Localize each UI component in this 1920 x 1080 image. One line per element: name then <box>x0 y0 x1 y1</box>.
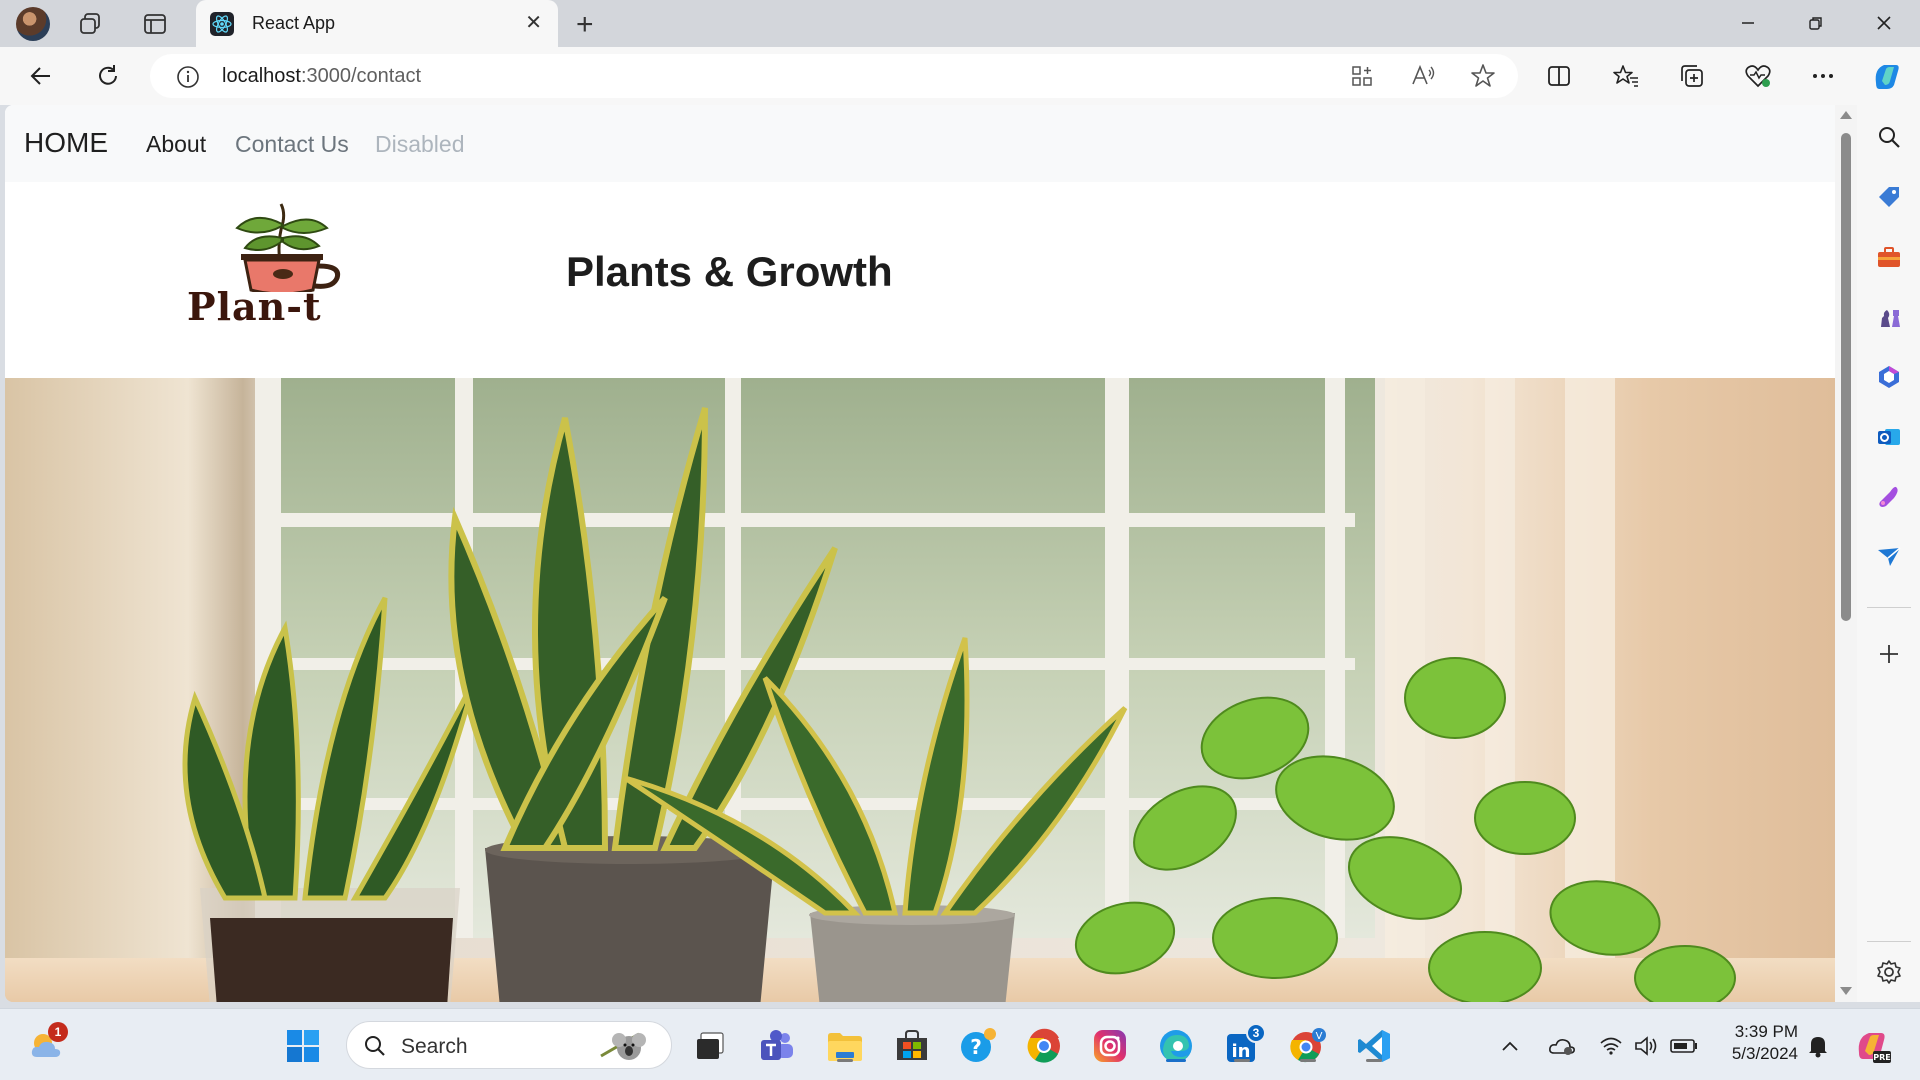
back-arrow-icon[interactable] <box>26 61 56 91</box>
microsoft-365-icon[interactable] <box>1875 363 1903 391</box>
chrome-profile-icon[interactable]: V <box>1288 1026 1328 1066</box>
nav-brand-home[interactable]: HOME <box>24 127 108 159</box>
sidebar-divider <box>1867 941 1911 942</box>
svg-text:?: ? <box>970 1035 982 1059</box>
tools-briefcase-icon[interactable] <box>1875 243 1903 271</box>
weather-widget-icon[interactable]: 1 <box>26 1022 68 1066</box>
shopping-tag-icon[interactable] <box>1875 183 1903 211</box>
windows-taskbar: 1 Search ? in 3 V 3:39 PM 5/3/2024 PRE <box>0 1008 1920 1080</box>
workspaces-icon[interactable] <box>78 11 104 37</box>
copilot-preview-icon[interactable]: PRE <box>1852 1026 1892 1066</box>
favorites-icon[interactable] <box>1611 61 1641 91</box>
koala-search-highlight-icon <box>599 1026 659 1071</box>
hero-plants-image <box>5 378 1835 1002</box>
browser-toolbar: localhost:3000/contact <box>0 47 1920 105</box>
teams-icon[interactable] <box>757 1026 797 1066</box>
browser-essentials-icon[interactable] <box>1743 61 1773 91</box>
nav-link-about[interactable]: About <box>146 131 206 158</box>
designer-icon[interactable] <box>1875 483 1903 511</box>
clock-time: 3:39 PM <box>1734 1022 1798 1041</box>
add-sidebar-app-icon[interactable] <box>1875 640 1903 668</box>
logo-text: Plan-t <box>187 284 322 329</box>
running-indicator <box>837 1059 853 1062</box>
weather-badge: 1 <box>48 1022 68 1042</box>
chrome-icon[interactable] <box>1024 1026 1064 1066</box>
search-label: Search <box>401 1035 468 1058</box>
show-hidden-icons-chevron-icon[interactable] <box>1496 1026 1524 1066</box>
new-tab-button[interactable]: + <box>576 8 594 42</box>
file-explorer-icon[interactable] <box>825 1026 865 1066</box>
page-title: Plants & Growth <box>566 248 893 295</box>
more-options-icon[interactable] <box>1808 61 1838 91</box>
volume-icon[interactable] <box>1632 1026 1662 1066</box>
search-icon <box>363 1034 387 1063</box>
close-window-icon[interactable] <box>1856 8 1912 38</box>
linkedin-badge: 3 <box>1246 1023 1266 1043</box>
running-indicator <box>1234 1059 1250 1062</box>
profile-avatar[interactable] <box>16 7 50 41</box>
task-view-icon[interactable] <box>690 1026 730 1066</box>
instagram-icon[interactable] <box>1090 1026 1130 1066</box>
games-chess-icon[interactable] <box>1875 303 1903 331</box>
running-indicator <box>1366 1059 1382 1062</box>
minimize-icon[interactable] <box>1720 8 1776 38</box>
vscode-icon[interactable] <box>1354 1026 1394 1066</box>
read-aloud-icon[interactable] <box>1410 64 1436 88</box>
running-indicator <box>1300 1059 1316 1062</box>
app-available-icon[interactable] <box>1350 64 1374 88</box>
page-scrollbar[interactable] <box>1835 105 1857 1002</box>
edge-browser-icon[interactable] <box>1156 1026 1196 1066</box>
url-text[interactable]: localhost:3000/contact <box>222 65 421 88</box>
tab-title: React App <box>252 13 336 33</box>
help-get-started-icon[interactable]: ? <box>958 1026 998 1066</box>
sidebar-divider <box>1867 607 1911 608</box>
linkedin-icon[interactable]: in 3 <box>1222 1023 1266 1066</box>
nav-link-contact-us[interactable]: Contact Us <box>235 131 349 158</box>
search-icon[interactable] <box>1875 123 1903 151</box>
edge-sidebar <box>1857 105 1920 1002</box>
restore-icon[interactable] <box>1788 8 1844 38</box>
page-viewport: HOME About Contact Us Disabled Plan-t Pl… <box>5 105 1857 1002</box>
send-drop-icon[interactable] <box>1875 543 1903 571</box>
close-tab-icon[interactable]: ✕ <box>525 13 542 33</box>
site-navbar: HOME About Contact Us Disabled <box>5 105 1835 182</box>
scroll-up-arrow-icon[interactable] <box>1840 111 1852 119</box>
page-header: Plan-t Plants & Growth <box>5 182 1835 378</box>
outlook-icon[interactable] <box>1875 423 1903 451</box>
battery-icon[interactable] <box>1668 1026 1700 1066</box>
scroll-down-arrow-icon[interactable] <box>1840 987 1852 995</box>
clock-date: 5/3/2024 <box>1731 1044 1798 1063</box>
favorite-star-icon[interactable] <box>1470 63 1496 89</box>
split-screen-icon[interactable] <box>1544 61 1574 91</box>
nav-link-disabled: Disabled <box>375 131 465 157</box>
system-clock[interactable]: 3:39 PM 5/3/2024 <box>1716 1021 1798 1065</box>
microsoft-store-icon[interactable] <box>892 1026 932 1066</box>
site-info-icon[interactable] <box>176 65 200 89</box>
wifi-icon[interactable] <box>1596 1026 1626 1066</box>
taskbar-search-box[interactable]: Search <box>346 1021 672 1069</box>
react-logo-icon <box>210 12 234 36</box>
settings-gear-icon[interactable] <box>1875 958 1903 986</box>
start-windows-icon[interactable] <box>283 1026 323 1066</box>
tab-actions-icon[interactable] <box>142 11 168 37</box>
plant-logo: Plan-t <box>185 202 385 332</box>
address-bar[interactable]: localhost:3000/contact <box>150 54 1518 98</box>
onedrive-cloud-icon[interactable] <box>1546 1026 1578 1066</box>
notification-bell-icon[interactable] <box>1800 1026 1836 1066</box>
refresh-icon[interactable] <box>93 61 123 91</box>
svg-text:PRE: PRE <box>1873 1053 1891 1062</box>
collections-icon[interactable] <box>1677 61 1707 91</box>
plant-pot-icon <box>235 203 341 292</box>
browser-tab-strip: React App ✕ + <box>0 0 1920 47</box>
scrollbar-thumb[interactable] <box>1841 133 1851 621</box>
copilot-icon[interactable] <box>1869 58 1905 94</box>
svg-text:V: V <box>1316 1031 1323 1042</box>
tab-react-app[interactable]: React App ✕ <box>196 0 558 47</box>
active-indicator <box>1166 1059 1186 1062</box>
